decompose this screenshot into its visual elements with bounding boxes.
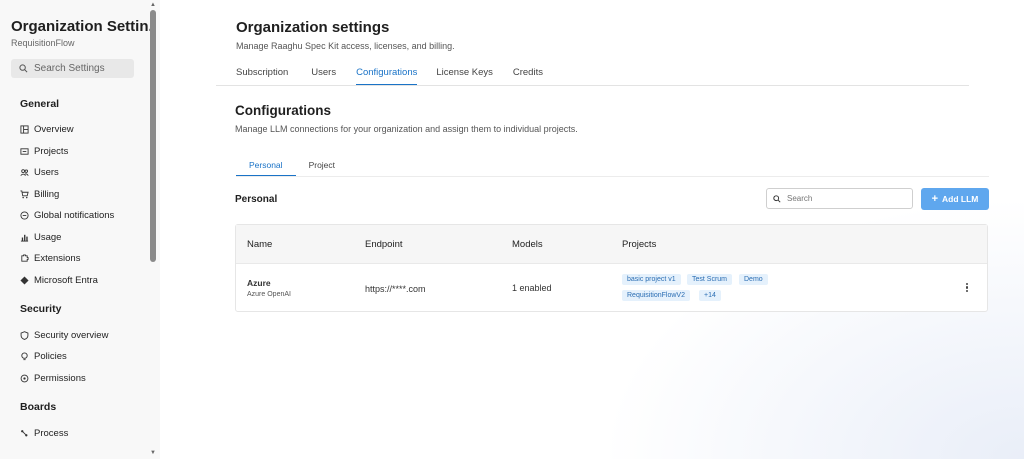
column-header-projects: Projects (622, 239, 657, 250)
nav-label: Security overview (34, 330, 109, 341)
nav-label: Usage (34, 232, 62, 243)
row-actions-menu-icon[interactable] (963, 282, 971, 294)
nav-label: Projects (34, 146, 69, 157)
nav-label: Global notifications (34, 210, 115, 221)
llm-provider: Azure OpenAI (247, 291, 291, 298)
nav-overview[interactable]: Overview (20, 124, 74, 135)
tab-license-keys[interactable]: License Keys (436, 67, 493, 86)
shield-icon (20, 331, 29, 340)
chat-icon (20, 211, 29, 220)
add-llm-label: Add LLM (942, 194, 979, 204)
subtab-personal[interactable]: Personal (236, 160, 296, 176)
sidebar-org-name: RequisitionFlow (11, 38, 75, 48)
llm-name: Azure (247, 278, 271, 288)
more-projects-chip[interactable]: +14 (699, 290, 721, 301)
section-label-personal: Personal (235, 194, 278, 205)
sidebar: Organization Settin... RequisitionFlow S… (0, 0, 160, 459)
nav-usage[interactable]: Usage (20, 232, 61, 243)
column-header-name: Name (247, 239, 273, 250)
configuration-subtabs: Personal Project (236, 160, 348, 176)
column-header-endpoint: Endpoint (365, 239, 403, 250)
entra-icon (20, 276, 29, 285)
section-security: Security (20, 303, 62, 315)
tabs-divider (216, 85, 969, 86)
nav-label: Users (34, 167, 59, 178)
llm-table: Name Endpoint Models Projects Azure Azur… (235, 224, 988, 312)
section-boards: Boards (20, 401, 57, 413)
lightbulb-icon (21, 352, 28, 361)
nav-microsoft-entra[interactable]: Microsoft Entra (20, 275, 98, 286)
project-chip[interactable]: basic project v1 (622, 274, 681, 285)
usage-icon (20, 234, 29, 242)
table-header: Name Endpoint Models Projects (236, 225, 987, 264)
settings-search-input[interactable]: Search Settings (11, 59, 134, 78)
nav-permissions[interactable]: Permissions (20, 373, 86, 384)
nav-projects[interactable]: Projects (20, 146, 68, 157)
settings-tabs: Subscription Users Configurations Licens… (236, 67, 543, 86)
nav-billing[interactable]: Billing (20, 189, 59, 200)
sidebar-scrollbar-thumb[interactable] (150, 10, 156, 262)
subtabs-divider (236, 176, 989, 177)
tab-credits[interactable]: Credits (513, 67, 543, 86)
cart-icon (20, 190, 29, 199)
tab-subscription[interactable]: Subscription (236, 67, 288, 86)
column-header-models: Models (512, 239, 543, 250)
llm-endpoint: https://****.com (365, 284, 426, 294)
nav-label: Permissions (34, 373, 86, 384)
nav-label: Extensions (34, 253, 81, 264)
project-chip[interactable]: Test Scrum (687, 274, 733, 285)
plus-icon: + (931, 193, 939, 205)
nav-extensions[interactable]: Extensions (20, 253, 80, 264)
tab-users[interactable]: Users (311, 67, 336, 86)
overview-icon (20, 125, 29, 134)
scroll-up-arrow[interactable]: ▲ (150, 2, 156, 8)
nav-global-notifications[interactable]: Global notifications (20, 210, 114, 221)
subtab-project[interactable]: Project (296, 160, 348, 176)
search-icon (773, 194, 781, 203)
process-icon (21, 430, 28, 437)
page-subtitle: Manage Raaghu Spec Kit access, licenses,… (236, 41, 455, 51)
llm-search-field[interactable] (766, 188, 913, 209)
nav-label: Billing (34, 189, 60, 200)
nav-security-overview[interactable]: Security overview (20, 330, 108, 341)
nav-policies[interactable]: Policies (20, 351, 67, 362)
project-chip[interactable]: Demo (739, 274, 768, 285)
nav-label: Process (34, 428, 69, 439)
nav-users[interactable]: Users (20, 167, 59, 178)
project-chip[interactable]: RequisitionFlowV2 (622, 290, 690, 301)
nav-label: Microsoft Entra (34, 275, 98, 286)
page-title: Organization settings (236, 19, 390, 36)
extensions-icon (21, 254, 29, 262)
search-icon (19, 64, 28, 73)
tab-configurations[interactable]: Configurations (356, 67, 418, 86)
configurations-subtitle: Manage LLM connections for your organiza… (235, 124, 578, 134)
projects-icon (20, 148, 29, 155)
lock-icon (20, 374, 29, 383)
add-llm-button[interactable]: + Add LLM (921, 188, 989, 210)
configurations-title: Configurations (235, 103, 331, 118)
nav-label: Policies (34, 351, 67, 362)
users-icon (20, 169, 29, 176)
nav-process[interactable]: Process (20, 428, 68, 439)
sidebar-title: Organization Settin... (11, 18, 151, 35)
section-general: General (20, 98, 60, 110)
scroll-down-arrow[interactable]: ▼ (150, 450, 156, 456)
settings-search-placeholder: Search Settings (34, 63, 105, 74)
llm-search-input[interactable] (787, 194, 897, 203)
nav-label: Overview (34, 124, 74, 135)
llm-models: 1 enabled (512, 283, 552, 293)
